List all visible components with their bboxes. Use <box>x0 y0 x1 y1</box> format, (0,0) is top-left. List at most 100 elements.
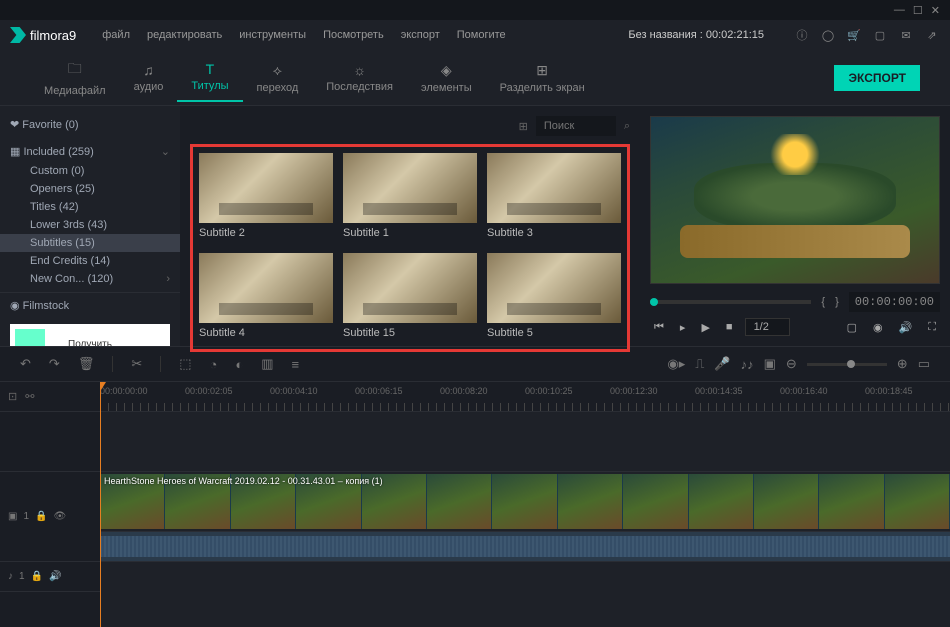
tab-titles[interactable]: TТитулы <box>177 53 242 102</box>
gallery-item[interactable]: Subtitle 5 <box>487 253 621 343</box>
gallery-item[interactable]: Subtitle 4 <box>199 253 333 343</box>
grid-view-icon[interactable]: ⊞ <box>519 120 528 133</box>
sidebar-item-subtitles[interactable]: Subtitles (15) <box>0 234 180 252</box>
tab-elements-label: элементы <box>421 82 472 94</box>
audio-icon[interactable]: ♪♪ <box>741 357 754 372</box>
mute-icon[interactable]: 🔊 <box>49 571 61 582</box>
lock-icon[interactable]: 🔒 <box>35 511 47 522</box>
ruler-mark: 00:00:14:35 <box>695 386 743 396</box>
stop-button[interactable]: ■ <box>722 319 737 335</box>
tab-audio[interactable]: ♫аудио <box>120 54 178 101</box>
speed-button[interactable]: ◔ <box>210 357 218 372</box>
sidebar-item-endcredits[interactable]: End Credits (14) <box>0 252 180 270</box>
menu-edit[interactable]: редактировать <box>141 25 228 45</box>
volume-icon[interactable]: 🔊 <box>895 319 917 336</box>
info-icon[interactable]: ⓘ <box>794 27 810 43</box>
zoom-fit-icon[interactable]: ▭ <box>918 356 930 372</box>
mail-icon[interactable]: ✉ <box>898 29 914 42</box>
menu-tools[interactable]: инструменты <box>233 25 312 45</box>
greenscreen-button[interactable]: ▥ <box>261 356 273 372</box>
music-track[interactable] <box>100 562 950 592</box>
search-input[interactable] <box>536 116 616 136</box>
gallery-item[interactable]: Subtitle 2 <box>199 153 333 243</box>
tab-elements[interactable]: ◈элементы <box>407 54 486 102</box>
window-maximize[interactable]: ☐ <box>913 4 923 17</box>
zoom-out-icon[interactable]: ⊖ <box>786 356 797 372</box>
video-track[interactable]: HearthStone Heroes of Warcraft 2019.02.1… <box>100 472 950 532</box>
track-type-icon: ▣ <box>8 511 17 522</box>
crop-button[interactable]: ⬚ <box>179 356 191 372</box>
sidebar-item-titles[interactable]: Titles (42) <box>0 198 180 216</box>
tab-effects[interactable]: ☼Последствия <box>312 54 407 101</box>
clip-label: HearthStone Heroes of Warcraft 2019.02.1… <box>104 476 383 486</box>
transition-icon: ⟡ <box>273 62 282 79</box>
marker-icon[interactable]: ▣ <box>764 356 776 372</box>
sidebar-item-custom[interactable]: Custom (0) <box>0 162 180 180</box>
window-close[interactable]: ✕ <box>931 4 940 17</box>
delete-button[interactable]: 🗑 <box>78 356 95 372</box>
sidebar-item-newcon[interactable]: New Con... (120)› <box>0 270 180 288</box>
undo-button[interactable]: ↶ <box>20 356 31 372</box>
menu-help[interactable]: Помогите <box>451 25 512 45</box>
timeline-tracks[interactable]: 00:00:00:0000:00:02:0500:00:04:1000:00:0… <box>100 382 950 627</box>
sidebar-item-lower3rds[interactable]: Lower 3rds (43) <box>0 216 180 234</box>
sidebar-favorite[interactable]: ❤ Favorite (0) <box>0 114 180 135</box>
thumbnail-label: Subtitle 2 <box>199 223 333 243</box>
scrub-bar[interactable] <box>650 300 811 304</box>
monitor-icon[interactable]: ▢ <box>843 319 861 336</box>
lock-icon[interactable]: 🔒 <box>31 571 43 582</box>
video-track-header[interactable]: ▣ 1 🔒 👁 <box>0 472 100 562</box>
snapshot-icon[interactable]: ◉ <box>869 319 887 336</box>
tab-transition[interactable]: ⟡переход <box>243 54 313 102</box>
sidebar-included[interactable]: ▦ Included (259)⌄ <box>0 141 180 162</box>
export-button[interactable]: ЭКСПОРТ <box>834 65 920 91</box>
locate-icon[interactable]: ⊡ <box>8 390 17 403</box>
adjust-button[interactable]: ≡ <box>292 357 300 372</box>
prev-button[interactable]: ⏮ <box>650 319 668 336</box>
zoom-in-icon[interactable]: ⊕ <box>897 356 908 372</box>
gallery-item[interactable]: Subtitle 3 <box>487 153 621 243</box>
sidebar-filmstock[interactable]: ◉ Filmstock <box>0 292 180 318</box>
audio-track-header[interactable]: ♪ 1 🔒 🔊 <box>0 562 100 592</box>
mark-in[interactable]: { <box>821 296 825 308</box>
rocket-icon[interactable]: ⇗ <box>924 29 940 42</box>
color-button[interactable]: ◐ <box>235 357 243 372</box>
menu-export[interactable]: экспорт <box>395 25 446 45</box>
gallery-item[interactable]: Subtitle 1 <box>343 153 477 243</box>
search-icon[interactable]: ⌕ <box>624 120 630 133</box>
gallery-panel: ⊞ ⌕ Subtitle 2 Subtitle 1 Subtitle 3 Sub… <box>180 106 640 346</box>
mark-out[interactable]: } <box>835 296 839 308</box>
cut-button[interactable]: ✂ <box>131 356 142 372</box>
preview-screen[interactable] <box>650 116 940 284</box>
zoom-slider[interactable] <box>807 363 887 366</box>
menu-file[interactable]: файл <box>96 25 136 45</box>
tab-media[interactable]: 🗀Медиафайл <box>30 50 120 105</box>
empty-track[interactable] <box>100 412 950 472</box>
time-ruler[interactable]: 00:00:00:0000:00:02:0500:00:04:1000:00:0… <box>100 382 950 412</box>
fullscreen-icon[interactable]: ⛶ <box>924 319 940 336</box>
frame-icon[interactable]: ▢ <box>872 29 888 42</box>
sidebar-item-openers[interactable]: Openers (25) <box>0 180 180 198</box>
visibility-icon[interactable]: 👁 <box>53 511 66 522</box>
mixer-icon[interactable]: ⎍ <box>695 356 704 372</box>
redo-button[interactable]: ↷ <box>49 356 60 372</box>
gallery-item[interactable]: Subtitle 15 <box>343 253 477 343</box>
window-minimize[interactable]: ― <box>894 4 905 16</box>
playhead[interactable] <box>100 382 101 627</box>
video-clip[interactable]: HearthStone Heroes of Warcraft 2019.02.1… <box>100 474 950 529</box>
link-icon[interactable]: ⚯ <box>25 390 34 403</box>
promo-banner[interactable]: Получить <box>10 324 170 346</box>
app-logo: filmora9 <box>10 27 76 43</box>
record-icon[interactable]: ◉▸ <box>667 356 685 372</box>
speed-select[interactable]: 1/2 <box>745 318 790 336</box>
user-icon[interactable]: ◯ <box>820 29 836 42</box>
chevron-right-icon: › <box>166 273 170 285</box>
play-button[interactable]: ▶ <box>697 319 713 336</box>
ruler-mark: 00:00:06:15 <box>355 386 403 396</box>
menu-view[interactable]: Посмотреть <box>317 25 390 45</box>
tab-split[interactable]: ⊞Разделить экран <box>486 54 599 102</box>
cart-icon[interactable]: 🛒 <box>846 29 862 42</box>
mic-icon[interactable]: 🎤 <box>714 356 730 372</box>
audio-clip-track[interactable] <box>100 532 950 562</box>
step-back-button[interactable]: ▸ <box>676 319 690 336</box>
